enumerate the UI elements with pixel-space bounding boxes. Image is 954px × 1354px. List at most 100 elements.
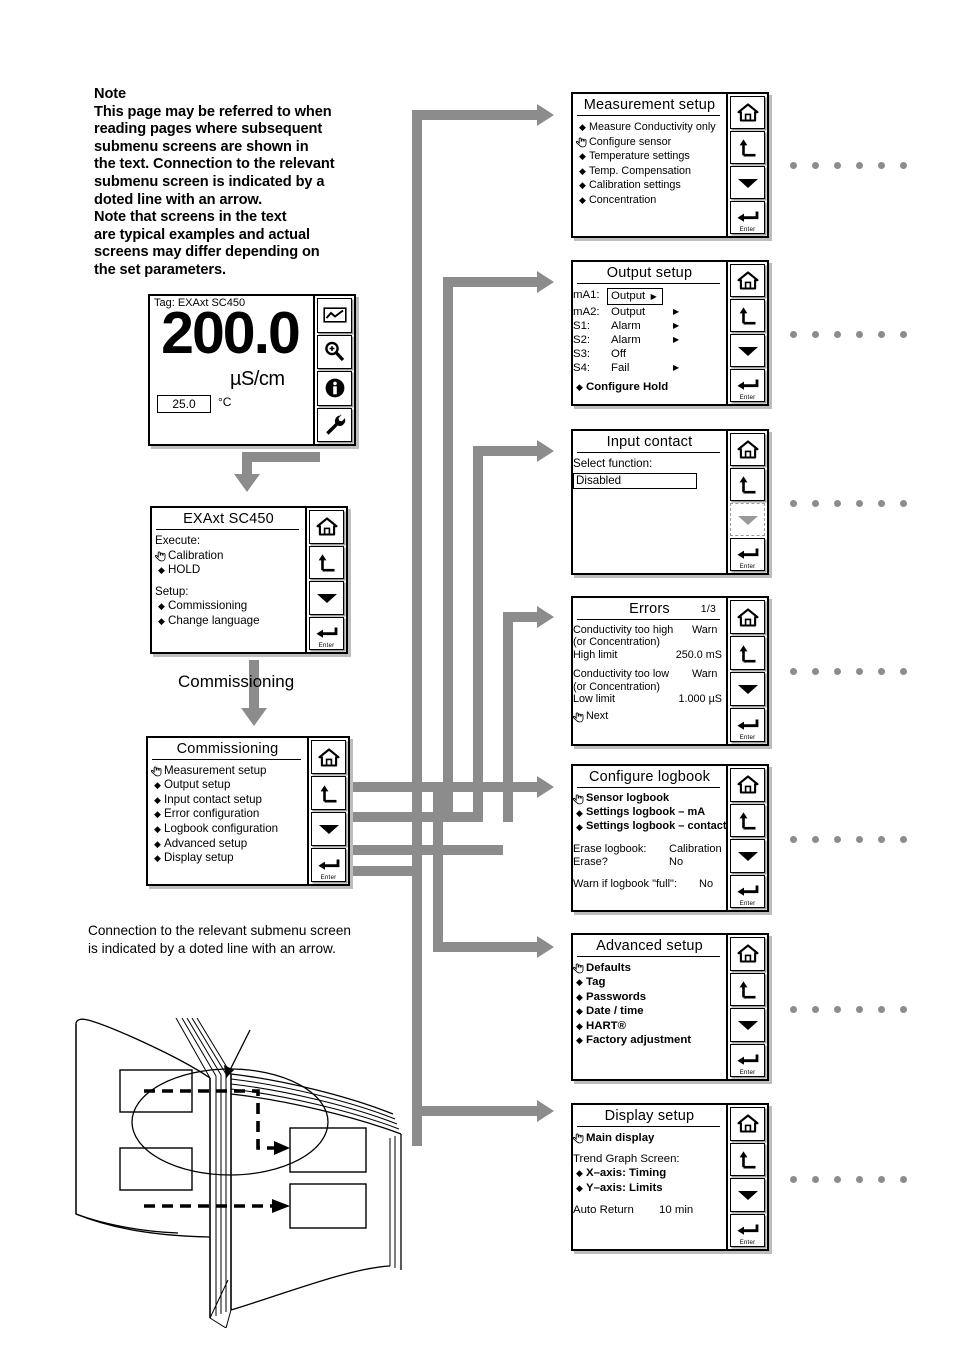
trend-graph-button[interactable] [317,298,352,333]
menu-item-temperature-settings[interactable]: ◆ Temperature settings [576,149,726,164]
limit-label: High limit [573,648,618,661]
menu-item-y-axis[interactable]: ◆ Y–axis: Limits [573,1181,726,1196]
output-row-s1[interactable]: S1: Alarm ▶ [573,319,726,333]
home-button[interactable] [730,768,765,802]
error-entry-high[interactable]: Conductivity too high Warn [573,624,726,636]
menu-item-configure-sensor[interactable]: Configure sensor [576,135,726,150]
menu-item-input-contact-setup[interactable]: ◆ Input contact setup [151,793,307,808]
menu-item-calibration-settings[interactable]: ◆ Calibration settings [576,178,726,193]
chevron-right-icon: ▶ [673,321,680,330]
menu-item-concentration[interactable]: ◆ Concentration [576,193,726,208]
menu-item-measure-conductivity-only[interactable]: ◆ Measure Conductivity only [576,120,726,135]
screen-commissioning[interactable]: Commissioning Measurement setup ◆ Output… [146,736,350,886]
menu-item-passwords[interactable]: ◆ Passwords [573,990,726,1005]
menu-item-configure-hold[interactable]: ◆ Configure Hold [573,380,726,395]
menu-item-x-axis[interactable]: ◆ X–axis: Timing [573,1166,726,1181]
enter-caption: Enter [739,900,756,907]
menu-item-output-setup[interactable]: ◆ Output setup [151,778,307,793]
screen-output-setup[interactable]: Output setup mA1: Output ▶ mA2: Output ▶… [571,260,769,406]
menu-item-temp-compensation[interactable]: ◆ Temp. Compensation [576,164,726,179]
warn-full-row[interactable]: Warn if logbook "full": No [573,878,726,892]
menu-item-display-setup[interactable]: ◆ Display setup [151,851,307,866]
menu-item-sensor-logbook[interactable]: Sensor logbook [573,792,726,806]
error-limit-low[interactable]: Low limit 1.000 µS [573,693,726,705]
menu-item-calibration[interactable]: Calibration [155,549,305,564]
info-button[interactable] [317,371,352,406]
menu-item-date-time[interactable]: ◆ Date / time [573,1004,726,1019]
enter-button[interactable]: Enter [730,1043,765,1077]
home-button[interactable] [730,264,765,297]
zoom-button[interactable] [317,334,352,369]
screen-advanced-setup[interactable]: Advanced setup Defaults ◆ Tag ◆ Password… [571,933,769,1081]
main-measurement-display[interactable]: Tag: EXAxt SC450 200.0 µS/cm 25.0 °C [148,294,356,446]
output-row-s2[interactable]: S2: Alarm ▶ [573,333,726,347]
down-button[interactable] [730,672,765,706]
error-entry-low[interactable]: Conductivity too low Warn [573,668,726,680]
screen-errors[interactable]: Errors 1/3 Conductivity too high Warn (o… [571,596,769,746]
down-button[interactable] [730,1178,765,1212]
menu-item-measurement-setup[interactable]: Measurement setup [151,764,307,778]
output-row-s4[interactable]: S4: Fail ▶ [573,361,726,375]
output-row-s3[interactable]: S3: Off [573,347,726,361]
error-state: Warn [692,624,718,636]
menu-item-main-display[interactable]: Main display [573,1131,726,1145]
menu-item-advanced-setup[interactable]: ◆ Advanced setup [151,837,307,852]
menu-item-error-configuration[interactable]: ◆ Error configuration [151,807,307,822]
down-button[interactable] [730,839,765,873]
return-button[interactable] [730,1142,765,1176]
return-button[interactable] [311,776,346,810]
home-button[interactable] [730,1107,765,1141]
menu-item-hart[interactable]: ◆ HART® [573,1019,726,1034]
enter-button[interactable]: Enter [730,1213,765,1247]
enter-button[interactable]: Enter [730,874,765,908]
down-button[interactable] [730,166,765,199]
output-row-ma1[interactable]: mA1: Output ▶ [573,288,726,305]
enter-button[interactable]: Enter [730,201,765,234]
return-button[interactable] [730,636,765,670]
home-button[interactable] [730,433,765,466]
down-button[interactable] [311,812,346,846]
menu-item-next[interactable]: Next [573,710,726,723]
home-button[interactable] [730,96,765,129]
return-button[interactable] [730,131,765,164]
menu-item-hold[interactable]: ◆ HOLD [155,563,305,578]
down-button[interactable] [309,581,344,615]
home-button[interactable] [730,600,765,634]
error-limit-high[interactable]: High limit 250.0 mS [573,649,726,661]
screen-configure-logbook[interactable]: Configure logbook Sensor logbook ◆ Setti… [571,764,769,912]
menu-item-logbook-configuration[interactable]: ◆ Logbook configuration [151,822,307,837]
row-value-selected[interactable]: Output ▶ [607,288,663,305]
auto-return-row[interactable]: Auto Return 10 min [573,1203,726,1217]
menu-item-factory-adjustment[interactable]: ◆ Factory adjustment [573,1033,726,1048]
return-button[interactable] [730,468,765,501]
down-button[interactable] [730,334,765,367]
menu-item-defaults[interactable]: Defaults [573,961,726,975]
home-button[interactable] [309,510,344,544]
return-button[interactable] [730,803,765,837]
enter-button[interactable]: Enter [730,538,765,571]
screen-measurement-setup[interactable]: Measurement setup ◆ Measure Conductivity… [571,92,769,238]
menu-item-settings-logbook-contact[interactable]: ◆ Settings logbook – contact [573,820,726,835]
menu-item-change-language[interactable]: ◆ Change language [155,614,305,629]
down-button[interactable] [730,1008,765,1042]
enter-button[interactable]: Enter [309,616,344,650]
select-function-field[interactable]: Disabled [573,472,726,490]
return-button[interactable] [730,299,765,332]
enter-button[interactable]: Enter [730,708,765,742]
home-button[interactable] [730,937,765,971]
screen-display-setup[interactable]: Display setup Main display Trend Graph S… [571,1103,769,1251]
menu-item-settings-logbook-ma[interactable]: ◆ Settings logbook – mA [573,806,726,821]
return-button[interactable] [309,545,344,579]
enter-button[interactable]: Enter [730,369,765,402]
return-button[interactable] [730,972,765,1006]
home-button[interactable] [311,740,346,774]
erase-question-row[interactable]: Erase? No [573,856,726,870]
screen-exaxt-main-menu[interactable]: EXAxt SC450 Execute: Calibration ◆ HOLD [150,506,348,654]
maintenance-button[interactable] [317,407,352,442]
enter-button[interactable]: Enter [311,848,346,882]
output-row-ma2[interactable]: mA2: Output ▶ [573,305,726,319]
screen-input-contact[interactable]: Input contact Select function: Disabled [571,429,769,575]
menu-item-tag[interactable]: ◆ Tag [573,975,726,990]
menu-item-commissioning[interactable]: ◆ Commissioning [155,599,305,614]
erase-logbook-row[interactable]: Erase logbook: Calibration [573,843,726,857]
